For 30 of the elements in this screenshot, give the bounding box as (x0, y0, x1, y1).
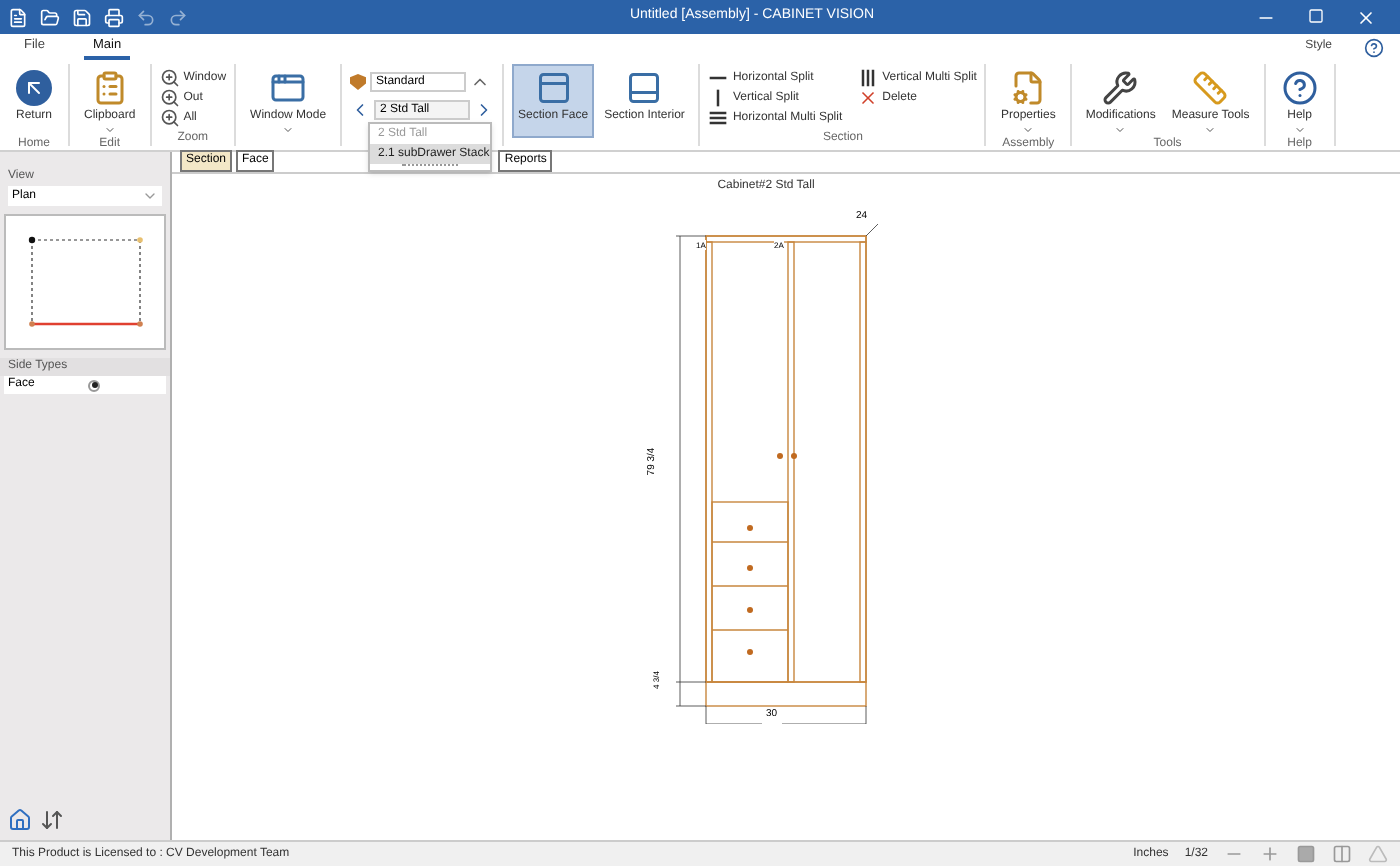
folder-icon[interactable] (40, 7, 60, 27)
zoom-icon (159, 108, 180, 128)
printer-icon[interactable] (104, 7, 124, 27)
radio-button[interactable] (88, 379, 100, 391)
dropdown-icon (142, 188, 158, 204)
clipboard-icon (91, 70, 128, 106)
window-icon (270, 70, 307, 106)
new-file-icon[interactable] (8, 7, 28, 27)
wrench-icon (1102, 70, 1139, 106)
save-icon[interactable] (72, 7, 92, 27)
close-icon[interactable] (1356, 7, 1376, 27)
help-icon (1281, 70, 1318, 106)
panel-icon (626, 70, 663, 106)
shield-icon (350, 74, 367, 90)
home-icon[interactable] (8, 808, 32, 832)
properties-icon (1010, 70, 1047, 106)
vertical-lines-icon (858, 68, 879, 88)
square-icon[interactable] (1296, 844, 1316, 864)
swap-icon[interactable] (40, 808, 64, 832)
maximize-icon[interactable] (1308, 7, 1324, 23)
plan-outline-drawing (25, 234, 145, 330)
ruler-icon (1192, 70, 1229, 106)
return-icon (16, 70, 52, 106)
zoom-icon (159, 88, 180, 108)
panel-icon (535, 70, 572, 106)
delete-icon (858, 88, 879, 108)
help-icon[interactable] (1364, 38, 1384, 58)
zoom-icon (159, 68, 180, 88)
split-view-icon[interactable] (1332, 844, 1352, 864)
horizontal-lines-icon (708, 108, 729, 128)
